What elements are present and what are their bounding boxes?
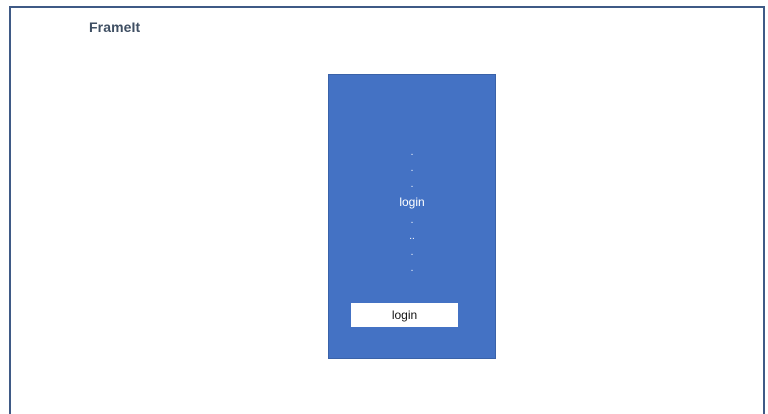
placeholder-dot: . [410,147,414,158]
login-label: login [399,195,425,209]
app-title: FrameIt [89,19,141,35]
login-placeholder-stack: . . . login . .. . . [329,147,495,279]
placeholder-dot: . [410,215,414,226]
login-panel: . . . login . .. . . login [328,74,496,359]
placeholder-dot: .. [409,231,415,242]
placeholder-dot: . [410,163,414,174]
placeholder-dot: . [410,179,414,190]
placeholder-dot: . [410,263,414,274]
placeholder-dot: . [410,247,414,258]
login-button[interactable]: login [351,303,458,327]
